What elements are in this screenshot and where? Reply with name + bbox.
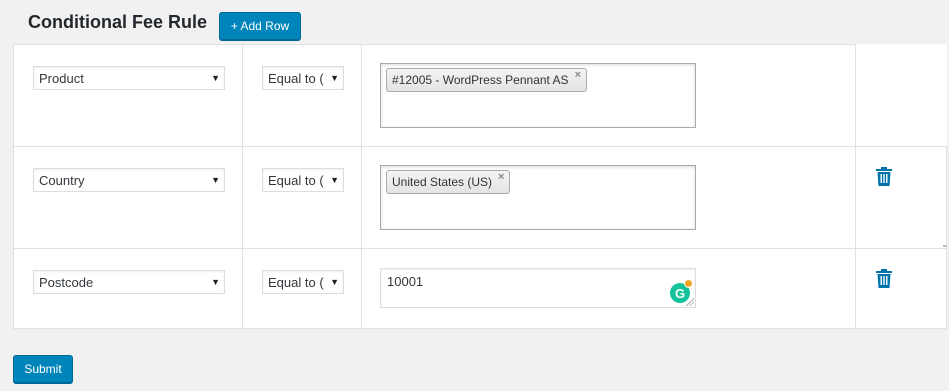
chevron-down-icon: ▼ [330,277,339,287]
page-title: Conditional Fee Rule [28,12,208,32]
selected-value-chip: United States (US) × [386,170,511,194]
operator-select[interactable]: Equal to ( ▼ [262,270,344,294]
condition-select[interactable]: Postcode ▼ [33,270,225,294]
rule-row-product: Product ▼ Equal to ( ▼ #12005 - WordPres… [13,44,947,147]
rule-row-country: Country ▼ Equal to ( ▼ United States (US… [13,146,947,249]
condition-select-value: Postcode [39,274,94,290]
chevron-down-icon: ▼ [211,175,220,185]
delete-cell-empty [855,44,947,147]
condition-select-value: Country [39,172,85,188]
chevron-down-icon: ▼ [330,175,339,185]
condition-select-value: Product [39,70,84,86]
chevron-down-icon: ▼ [330,73,339,83]
trash-icon [876,269,892,288]
chip-label: United States (US) [392,175,493,189]
chip-label: #12005 - WordPress Pennant AS [392,73,569,87]
operator-select[interactable]: Equal to ( ▼ [262,66,344,90]
value-multiselect[interactable]: United States (US) × [380,165,696,230]
delete-row-button[interactable] [876,269,892,289]
operator-select-value: Equal to ( [268,172,324,188]
delete-row-button[interactable] [876,167,892,187]
edge-divider [943,245,947,247]
selected-value-chip: #12005 - WordPress Pennant AS × [386,68,587,92]
submit-button[interactable]: Submit [13,355,73,383]
operator-select-value: Equal to ( [268,70,324,86]
chevron-down-icon: ▼ [211,277,220,287]
rules-table: Product ▼ Equal to ( ▼ #12005 - WordPres… [13,44,947,329]
chevron-down-icon: ▼ [211,73,220,83]
chip-remove-icon[interactable]: × [575,69,581,81]
rule-row-postcode: Postcode ▼ Equal to ( ▼ 10001 G [13,248,947,329]
operator-select[interactable]: Equal to ( ▼ [262,168,344,192]
condition-select[interactable]: Product ▼ [33,66,225,90]
chip-remove-icon[interactable]: × [498,171,504,183]
trash-icon [876,167,892,186]
operator-select-value: Equal to ( [268,274,324,290]
postcode-textarea[interactable]: 10001 G [380,268,696,308]
value-multiselect[interactable]: #12005 - WordPress Pennant AS × [380,63,696,128]
postcode-value: 10001 [387,274,424,289]
condition-select[interactable]: Country ▼ [33,168,225,192]
add-row-button[interactable]: + Add Row [219,12,301,40]
resize-handle-icon[interactable] [686,298,694,306]
grammarly-letter: G [674,285,686,301]
grammarly-alert-dot [684,279,693,288]
